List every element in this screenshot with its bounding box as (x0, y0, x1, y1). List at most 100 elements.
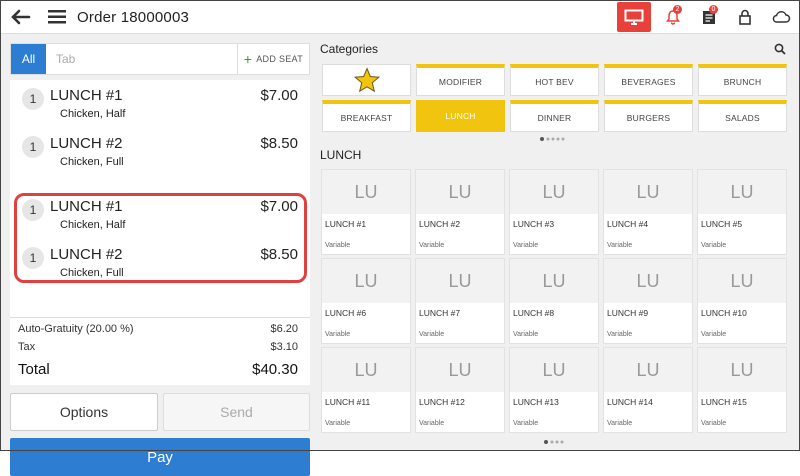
tab-tab[interactable]: Tab (56, 52, 75, 66)
total-value: $40.30 (252, 361, 298, 378)
category-salads[interactable]: SALADS (698, 100, 787, 132)
category-beverages[interactable]: BEVERAGES (604, 64, 693, 96)
product-placeholder: LU (322, 259, 410, 303)
product-name: LUNCH #10 (701, 308, 747, 318)
product-placeholder: LU (698, 259, 786, 303)
product-card[interactable]: LU LUNCH #3 Variable (509, 169, 599, 255)
gratuity-row: Auto-Gratuity (20.00 %) $6.20 (18, 323, 298, 335)
order-item[interactable]: 1 LUNCH #2 $8.50 Chicken, Full (10, 132, 310, 176)
send-button[interactable]: Send (163, 393, 310, 431)
product-card[interactable]: LU LUNCH #11 Variable (321, 347, 411, 433)
tax-label: Tax (18, 341, 36, 353)
seat-number: 1 (22, 88, 44, 110)
cloud-icon[interactable] (763, 1, 799, 34)
tab-all[interactable]: All (11, 44, 46, 74)
category-page-indicator[interactable] (539, 136, 569, 144)
total-row: Total $40.30 (18, 361, 298, 378)
category-modifier[interactable]: MODIFIER (416, 64, 505, 96)
product-name: LUNCH #4 (607, 219, 649, 229)
product-variant: Variable (325, 331, 351, 338)
product-name: LUNCH #3 (513, 219, 555, 229)
product-placeholder: LU (322, 348, 410, 392)
tax-row: Tax $3.10 (18, 341, 298, 353)
seat-number: 1 (22, 136, 44, 158)
item-price: $8.50 (260, 135, 298, 152)
product-variant: Variable (607, 331, 633, 338)
search-icon[interactable] (774, 42, 786, 60)
product-card[interactable]: LU LUNCH #10 Variable (697, 258, 787, 344)
category-lunch[interactable]: LUNCH (416, 100, 505, 132)
product-placeholder: LU (698, 170, 786, 214)
product-card[interactable]: LU LUNCH #6 Variable (321, 258, 411, 344)
top-bar: Order 18000003 2 0 (1, 1, 799, 34)
product-name: LUNCH #8 (513, 308, 555, 318)
product-card[interactable]: LU LUNCH #8 Variable (509, 258, 599, 344)
tax-value: $3.10 (270, 341, 298, 353)
category-favorites[interactable] (322, 64, 411, 96)
order-item[interactable]: 1 LUNCH #1 $7.00 Chicken, Half (10, 84, 310, 128)
product-card[interactable]: LU LUNCH #13 Variable (509, 347, 599, 433)
pay-button[interactable]: Pay (10, 438, 310, 476)
menu-panel: Categories MODIFIER HOT BEV BEVERAGES BR… (315, 34, 799, 450)
product-name: LUNCH #1 (325, 219, 367, 229)
category-brunch[interactable]: BRUNCH (698, 64, 787, 96)
products-heading: LUNCH (320, 148, 362, 162)
product-card[interactable]: LU LUNCH #1 Variable (321, 169, 411, 255)
product-variant: Variable (419, 331, 445, 338)
product-card[interactable]: LU LUNCH #9 Variable (603, 258, 693, 344)
order-totals: Auto-Gratuity (20.00 %) $6.20 Tax $3.10 … (10, 317, 310, 385)
product-card[interactable]: LU LUNCH #5 Variable (697, 169, 787, 255)
options-button[interactable]: Options (10, 393, 158, 431)
add-seat-button[interactable]: + ADD SEAT (236, 44, 309, 74)
product-card[interactable]: LU LUNCH #4 Variable (603, 169, 693, 255)
notification-bell-icon[interactable]: 2 (655, 1, 691, 34)
product-variant: Variable (701, 331, 727, 338)
order-title: Order 18000003 (77, 8, 190, 26)
plus-icon: + (243, 51, 253, 67)
product-variant: Variable (325, 420, 351, 427)
back-arrow-icon[interactable] (1, 1, 41, 34)
product-placeholder: LU (510, 259, 598, 303)
category-burgers[interactable]: BURGERS (604, 100, 693, 132)
product-placeholder: LU (416, 259, 504, 303)
lock-icon[interactable] (727, 1, 763, 34)
product-card[interactable]: LU LUNCH #12 Variable (415, 347, 505, 433)
add-seat-label: ADD SEAT (256, 54, 303, 64)
category-hot-bev[interactable]: HOT BEV (510, 64, 599, 96)
orders-list-icon[interactable]: 0 (691, 1, 727, 34)
product-card[interactable]: LU LUNCH #2 Variable (415, 169, 505, 255)
gratuity-label: Auto-Gratuity (20.00 %) (18, 323, 134, 335)
seat-tabs: All Tab + ADD SEAT (10, 43, 310, 75)
product-placeholder: LU (698, 348, 786, 392)
product-placeholder: LU (416, 170, 504, 214)
hamburger-menu-icon[interactable] (41, 1, 73, 34)
gratuity-value: $6.20 (270, 323, 298, 335)
product-variant: Variable (701, 420, 727, 427)
product-variant: Variable (513, 331, 539, 338)
product-name: LUNCH #5 (701, 219, 743, 229)
product-placeholder: LU (604, 259, 692, 303)
product-variant: Variable (607, 420, 633, 427)
product-variant: Variable (419, 420, 445, 427)
product-card[interactable]: LU LUNCH #7 Variable (415, 258, 505, 344)
product-variant: Variable (513, 242, 539, 249)
item-price: $7.00 (260, 87, 298, 104)
product-card[interactable]: LU LUNCH #15 Variable (697, 347, 787, 433)
category-breakfast[interactable]: BREAKFAST (322, 100, 411, 132)
product-variant: Variable (607, 242, 633, 249)
product-variant: Variable (325, 242, 351, 249)
star-icon (353, 67, 380, 93)
product-name: LUNCH #12 (419, 397, 465, 407)
product-name: LUNCH #6 (325, 308, 367, 318)
product-placeholder: LU (322, 170, 410, 214)
category-dinner[interactable]: DINNER (510, 100, 599, 132)
item-name: LUNCH #1 (50, 87, 123, 104)
product-name: LUNCH #13 (513, 397, 559, 407)
item-modifier: Chicken, Full (60, 156, 124, 168)
total-label: Total (18, 361, 50, 378)
item-name: LUNCH #2 (50, 135, 123, 152)
product-name: LUNCH #14 (607, 397, 653, 407)
product-page-indicator[interactable] (543, 439, 569, 447)
product-card[interactable]: LU LUNCH #14 Variable (603, 347, 693, 433)
display-monitor-icon[interactable] (617, 2, 651, 32)
